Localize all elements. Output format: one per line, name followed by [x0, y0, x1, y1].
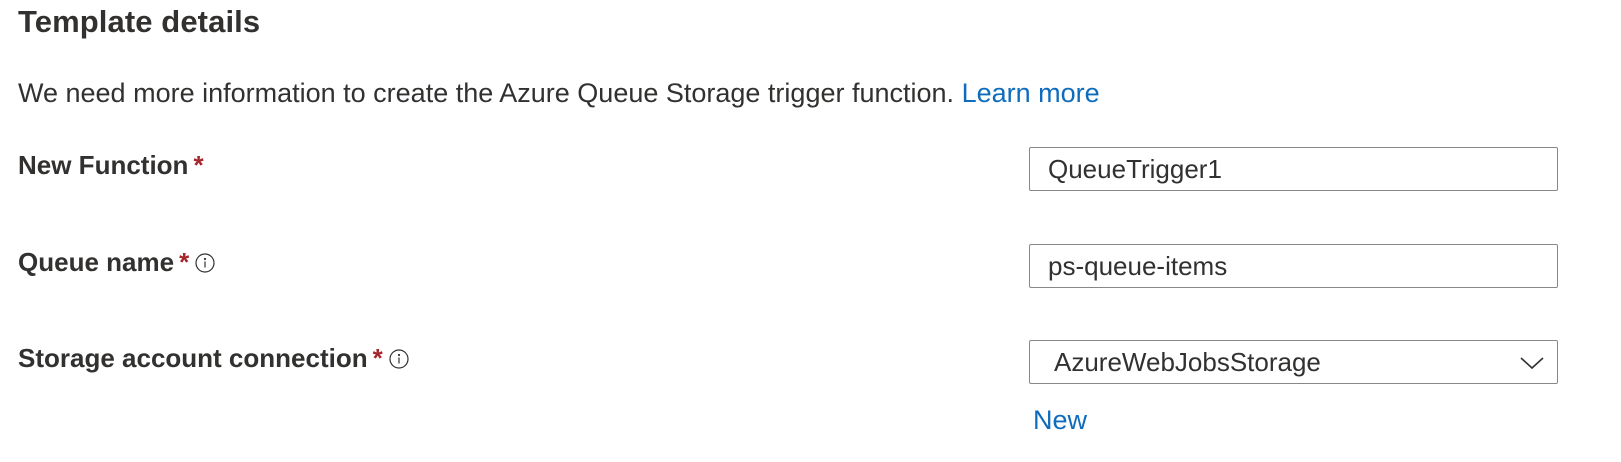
queue-name-label: Queue name [18, 247, 175, 277]
description-text: We need more information to create the A… [18, 78, 955, 108]
required-indicator: * [372, 343, 383, 373]
info-icon[interactable] [195, 249, 215, 273]
storage-connection-dropdown[interactable]: AzureWebJobsStorage [1029, 340, 1558, 384]
storage-connection-selected: AzureWebJobsStorage [1054, 346, 1321, 377]
description: We need more information to create the A… [18, 78, 1100, 109]
chevron-down-icon [1519, 347, 1545, 378]
new-function-input[interactable] [1029, 147, 1558, 191]
info-icon[interactable] [389, 345, 409, 369]
storage-connection-label-row: Storage account connection * [18, 343, 409, 374]
new-function-label-row: New Function * [18, 150, 204, 181]
new-function-label: New Function [18, 150, 189, 180]
template-details-panel: Template details We need more informatio… [0, 0, 1621, 462]
new-connection-link[interactable]: New [1033, 405, 1087, 436]
required-indicator: * [193, 150, 204, 180]
page-title: Template details [18, 4, 261, 39]
queue-name-input[interactable] [1029, 244, 1558, 288]
queue-name-label-row: Queue name * [18, 247, 215, 278]
storage-connection-label: Storage account connection [18, 343, 368, 373]
learn-more-link[interactable]: Learn more [962, 78, 1100, 108]
required-indicator: * [179, 247, 190, 277]
